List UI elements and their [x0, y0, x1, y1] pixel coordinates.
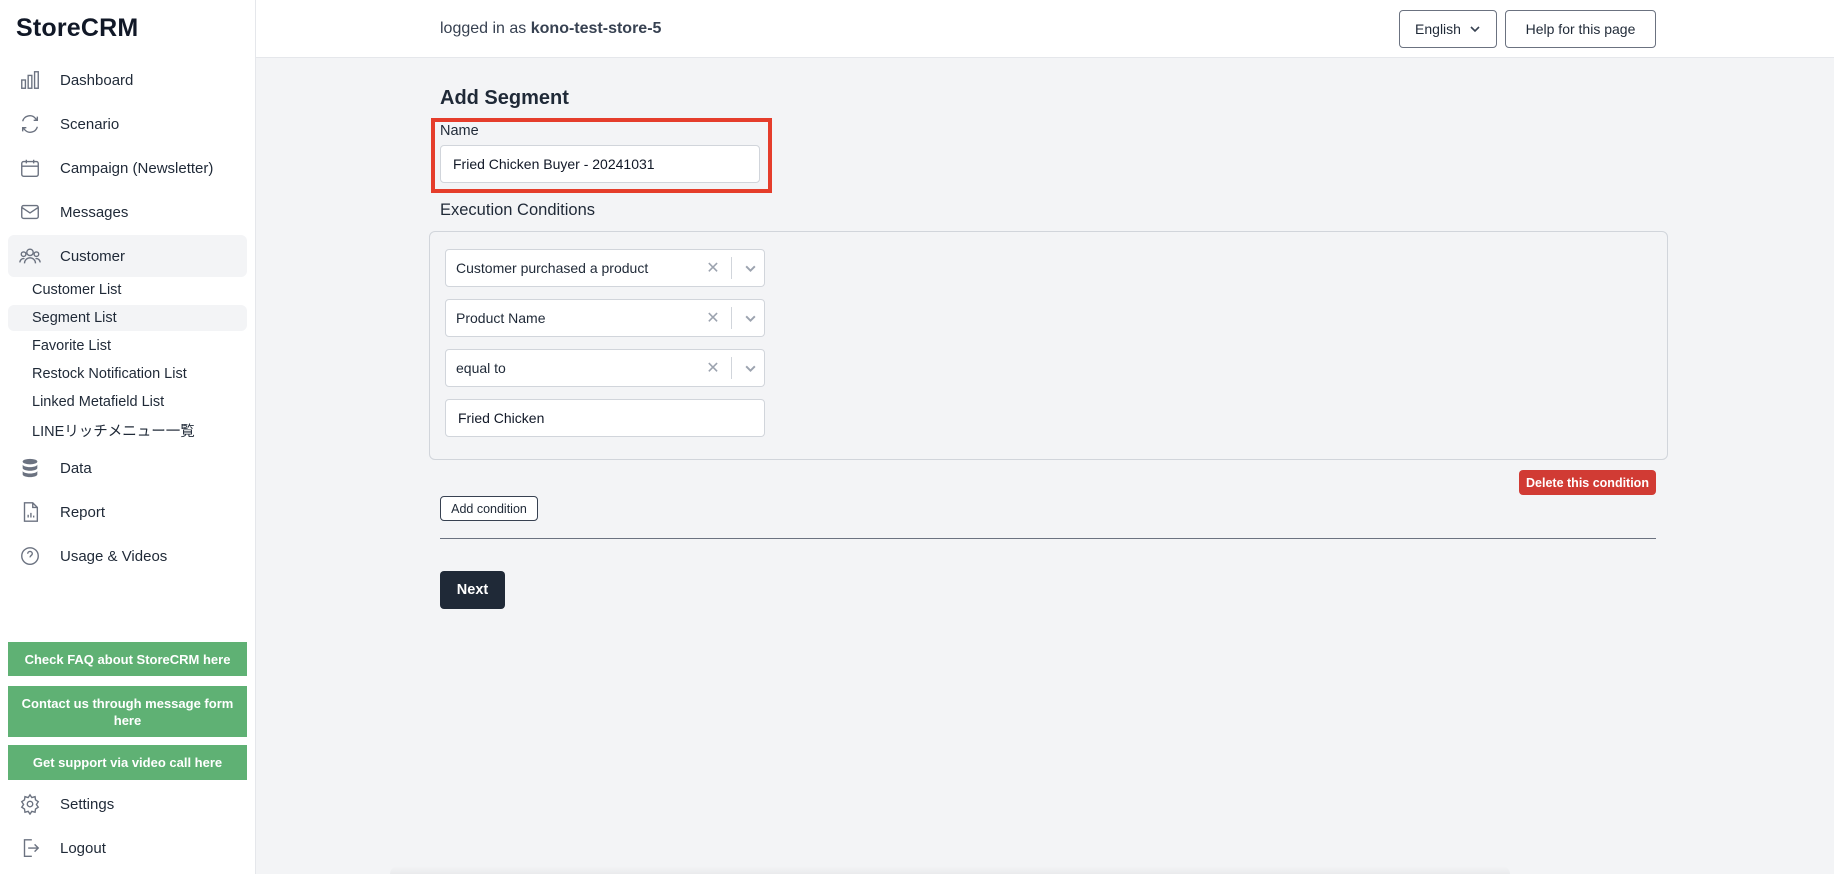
- refresh-icon: [18, 112, 42, 136]
- sidebar-item-customer[interactable]: Customer: [8, 235, 247, 277]
- delete-condition-button[interactable]: Delete this condition: [1519, 470, 1656, 495]
- video-support-button[interactable]: Get support via video call here: [8, 745, 247, 780]
- sidebar-item-data[interactable]: Data: [8, 447, 247, 489]
- sidebar-item-settings[interactable]: Settings: [8, 783, 247, 825]
- envelope-icon: [18, 200, 42, 224]
- next-button[interactable]: Next: [440, 571, 505, 609]
- select-separator: [731, 307, 732, 329]
- add-condition-button[interactable]: Add condition: [440, 496, 538, 521]
- language-label: English: [1415, 21, 1461, 37]
- sidebar-item-dashboard[interactable]: Dashboard: [8, 59, 247, 101]
- chevron-down-icon[interactable]: [736, 262, 764, 275]
- sidebar-item-logout[interactable]: Logout: [8, 827, 247, 869]
- sidebar-subitem-restock-notification-list[interactable]: Restock Notification List: [8, 361, 247, 387]
- username: kono-test-store-5: [530, 20, 662, 37]
- top-bar: logged in as kono-test-store-5 English H…: [256, 0, 1834, 58]
- select-separator: [731, 257, 732, 279]
- language-select[interactable]: English: [1399, 10, 1497, 48]
- login-prefix: logged in as: [440, 20, 527, 37]
- app-logo[interactable]: StoreCRM: [16, 14, 138, 43]
- sidebar-subitem-favorite-list[interactable]: Favorite List: [8, 333, 247, 359]
- sidebar-item-label: Dashboard: [60, 71, 134, 89]
- sidebar-item-scenario[interactable]: Scenario: [8, 103, 247, 145]
- sidebar-item-usage-videos[interactable]: Usage & Videos: [8, 535, 247, 577]
- name-label: Name: [440, 123, 479, 139]
- segment-name-input[interactable]: [440, 145, 760, 183]
- logout-icon: [18, 836, 42, 860]
- sidebar-item-campaign[interactable]: Campaign (Newsletter): [8, 147, 247, 189]
- gear-icon: [18, 792, 42, 816]
- bottom-shadow: [390, 866, 1510, 874]
- contact-form-button[interactable]: Contact us through message form here: [8, 686, 247, 737]
- select-separator: [731, 357, 732, 379]
- sidebar-item-report[interactable]: Report: [8, 491, 247, 533]
- divider: [440, 538, 1656, 539]
- sidebar: StoreCRM Dashboard Scenario Campaign (Ne…: [0, 0, 256, 874]
- chevron-down-icon: [1470, 26, 1480, 33]
- select-value: equal to: [456, 360, 506, 376]
- sidebar-subitem-customer-list[interactable]: Customer List: [8, 277, 247, 303]
- sidebar-item-messages[interactable]: Messages: [8, 191, 247, 233]
- sidebar-item-label: Usage & Videos: [60, 547, 168, 565]
- chevron-down-icon[interactable]: [736, 362, 764, 375]
- faq-button[interactable]: Check FAQ about StoreCRM here: [8, 642, 247, 676]
- sidebar-item-label: Scenario: [60, 115, 120, 133]
- sidebar-item-label: Customer: [60, 247, 126, 265]
- question-icon: [18, 544, 42, 568]
- sidebar-subitem-linked-metafield-list[interactable]: Linked Metafield List: [8, 389, 247, 415]
- report-icon: [18, 500, 42, 524]
- condition-field-select[interactable]: Product Name ✕: [445, 299, 765, 337]
- sidebar-item-label: Report: [60, 503, 106, 521]
- sidebar-subitem-line-rich-menu-list[interactable]: LINEリッチメニュー一覧: [8, 417, 247, 443]
- help-button[interactable]: Help for this page: [1505, 10, 1656, 48]
- sidebar-subitem-segment-list[interactable]: Segment List: [8, 305, 247, 331]
- login-status: logged in as kono-test-store-5: [440, 20, 661, 38]
- condition-value-input[interactable]: [445, 399, 765, 437]
- calendar-icon: [18, 156, 42, 180]
- sidebar-item-label: Campaign (Newsletter): [60, 159, 214, 177]
- sidebar-item-label: Messages: [60, 203, 129, 221]
- clear-icon[interactable]: ✕: [701, 258, 725, 278]
- bar-chart-icon: [18, 68, 42, 92]
- condition-type-select[interactable]: Customer purchased a product ✕: [445, 249, 765, 287]
- page-title: Add Segment: [440, 87, 569, 109]
- condition-operator-select[interactable]: equal to ✕: [445, 349, 765, 387]
- select-value: Customer purchased a product: [456, 260, 649, 276]
- users-icon: [18, 244, 42, 268]
- database-icon: [18, 456, 42, 480]
- clear-icon[interactable]: ✕: [701, 308, 725, 328]
- sidebar-item-label: Settings: [60, 795, 115, 813]
- sidebar-item-label: Data: [60, 459, 92, 477]
- execution-conditions-label: Execution Conditions: [440, 201, 596, 219]
- clear-icon[interactable]: ✕: [701, 358, 725, 378]
- select-value: Product Name: [456, 310, 546, 326]
- sidebar-item-label: Logout: [60, 839, 106, 857]
- chevron-down-icon[interactable]: [736, 312, 764, 325]
